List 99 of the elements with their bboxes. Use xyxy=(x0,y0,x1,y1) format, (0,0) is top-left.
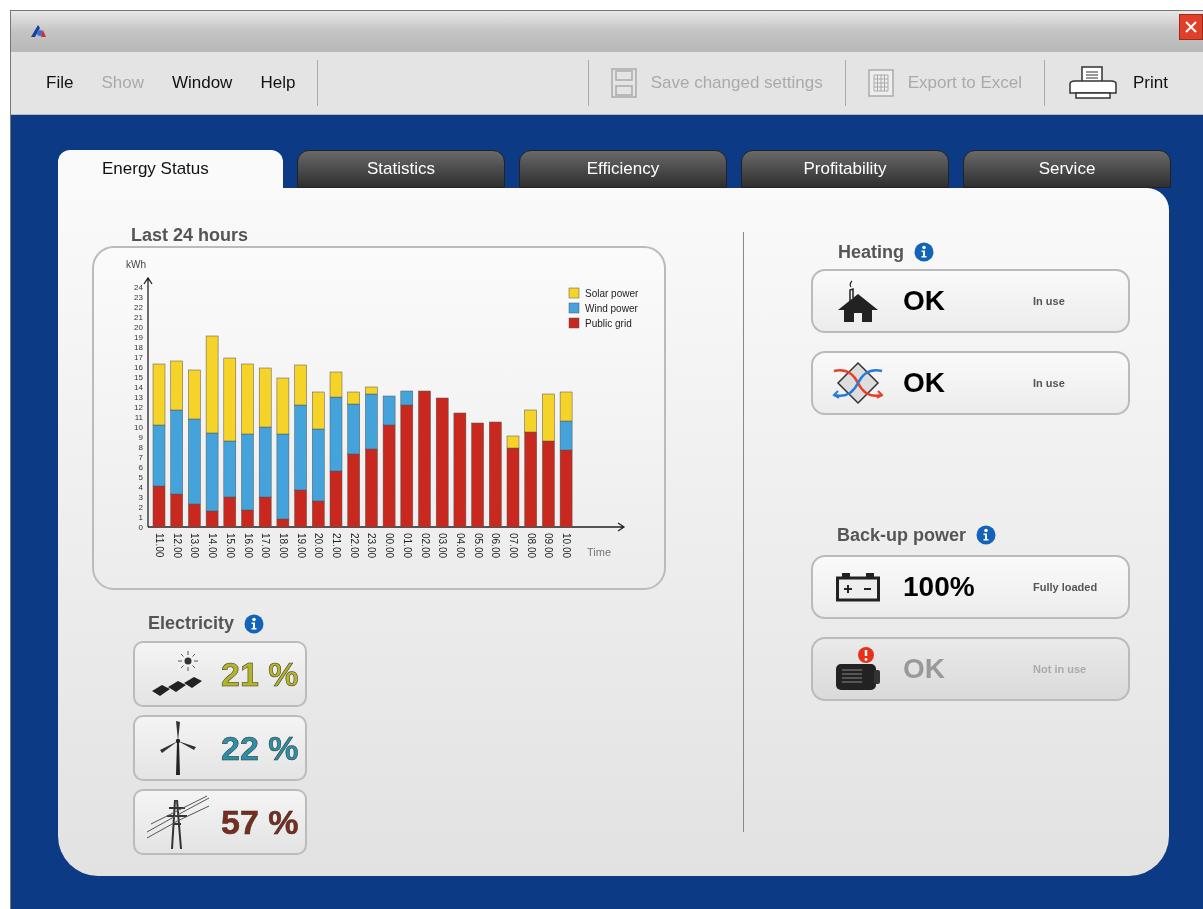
tick-label: 15.00 xyxy=(224,533,236,559)
tick-label: 16 xyxy=(134,363,143,372)
logo-icon xyxy=(29,24,47,38)
tick-label: 0 xyxy=(138,523,143,532)
status-note: Not in use xyxy=(1033,661,1087,677)
tab[interactable]: Efficiency xyxy=(519,150,727,188)
tick-label: 24 xyxy=(134,283,143,292)
status-note: Fully loaded xyxy=(1033,579,1098,595)
tick-label: 16.00 xyxy=(242,533,254,559)
tick-label: 1 xyxy=(138,513,143,522)
tab[interactable]: Statistics xyxy=(297,150,505,188)
tick-label: 4 xyxy=(138,483,143,492)
tick-label: 12.00 xyxy=(171,533,183,559)
menu-item[interactable]: Help xyxy=(260,70,296,96)
tick-label: 3 xyxy=(138,493,143,502)
battery-icon xyxy=(836,572,880,602)
house-icon xyxy=(836,280,880,322)
status-value: OK xyxy=(903,366,946,400)
tick-label: 13.00 xyxy=(189,533,201,559)
tick-label: 18 xyxy=(134,343,143,352)
axis-title: kWh xyxy=(126,259,146,270)
tab[interactable]: Energy Status xyxy=(58,150,283,188)
section-heading: Electricity xyxy=(148,612,235,635)
status-value: OK xyxy=(903,284,946,318)
tick-label: 7 xyxy=(138,453,143,462)
legend-label: Public grid xyxy=(585,318,632,329)
generator-icon xyxy=(834,646,882,692)
tick-label: 20.00 xyxy=(313,533,325,559)
tick-label: 2 xyxy=(138,503,143,512)
tick-label: 06.00 xyxy=(490,533,502,559)
heat-exchanger-icon xyxy=(832,361,884,405)
status-value: OK xyxy=(903,652,946,686)
tick-label: 22.00 xyxy=(348,533,360,559)
tab[interactable]: Service xyxy=(963,150,1171,188)
tick-label: 19.00 xyxy=(295,533,307,559)
section-heading: Back-up power xyxy=(837,523,967,547)
menu-item[interactable]: Window xyxy=(171,70,233,96)
tick-label: 01.00 xyxy=(401,533,413,559)
info-icon[interactable] xyxy=(976,525,997,545)
status-note: In use xyxy=(1033,293,1065,309)
tick-label: 04.00 xyxy=(454,533,466,559)
tick-label: 09.00 xyxy=(543,533,555,559)
tick-label: 14 xyxy=(134,383,143,392)
legend-swatch xyxy=(568,302,580,314)
chart-title: Last 24 hours xyxy=(130,224,250,246)
tick-label: 03.00 xyxy=(437,533,449,559)
tick-label: 02.00 xyxy=(419,533,431,559)
tick-label: 11 xyxy=(134,413,143,422)
bar-segment xyxy=(258,367,272,428)
bar-segment xyxy=(241,363,254,435)
toolbar-button[interactable]: Print xyxy=(1045,66,1203,100)
tick-label: 13 xyxy=(134,393,143,402)
bar-segment xyxy=(152,363,166,426)
tick-label: 23.00 xyxy=(366,533,378,559)
tick-label: 05.00 xyxy=(472,533,484,559)
tick-label: 15 xyxy=(134,373,143,382)
menu-item[interactable]: File xyxy=(46,70,74,96)
tick-label: 08.00 xyxy=(525,533,537,559)
tick-label: 20 xyxy=(134,323,143,332)
tick-label: 17 xyxy=(134,353,143,362)
legend-label: Solar power xyxy=(585,288,639,299)
tick-label: 21 xyxy=(134,313,143,322)
tick-label: 22 xyxy=(134,303,143,312)
close-icon xyxy=(1185,21,1197,33)
tick-label: 23 xyxy=(134,293,143,302)
info-icon[interactable] xyxy=(914,242,934,262)
legend-swatch xyxy=(568,287,580,299)
tick-label: 10 xyxy=(134,423,143,432)
percentage-value: 22 % xyxy=(221,727,299,769)
bar-segment xyxy=(559,391,573,422)
tick-label: 9 xyxy=(138,433,143,442)
status-note: In use xyxy=(1033,375,1065,391)
tick-label: 12 xyxy=(134,403,143,412)
tick-label: 11.00 xyxy=(154,533,165,558)
tick-label: 5 xyxy=(138,473,143,482)
bar-segment xyxy=(329,470,343,528)
printer-icon xyxy=(1067,66,1120,100)
tick-label: 07.00 xyxy=(508,533,519,559)
spreadsheet-icon xyxy=(867,69,894,97)
tick-label: 18.00 xyxy=(277,533,289,559)
tab[interactable]: Profitability xyxy=(741,150,949,188)
tick-label: 19 xyxy=(134,333,143,342)
axis-title: Time xyxy=(587,546,612,558)
tick-label: 10.00 xyxy=(561,533,573,559)
tick-label: 17.00 xyxy=(260,533,272,559)
legend-label: Wind power xyxy=(585,303,638,314)
section-heading: Heating xyxy=(838,240,904,264)
status-value: 100% xyxy=(903,570,976,604)
tick-label: 21.00 xyxy=(331,533,342,559)
tick-label: 8 xyxy=(138,443,143,452)
percentage-value: 57 % xyxy=(221,801,299,843)
tick-label: 14.00 xyxy=(207,533,219,559)
power-pylon-icon xyxy=(145,794,211,850)
tick-label: 6 xyxy=(138,463,143,472)
close-button[interactable] xyxy=(1179,14,1203,40)
tick-label: 00.00 xyxy=(384,533,396,559)
percentage-value: 21 % xyxy=(221,653,299,695)
legend-swatch xyxy=(568,317,580,329)
info-icon[interactable] xyxy=(244,613,265,634)
